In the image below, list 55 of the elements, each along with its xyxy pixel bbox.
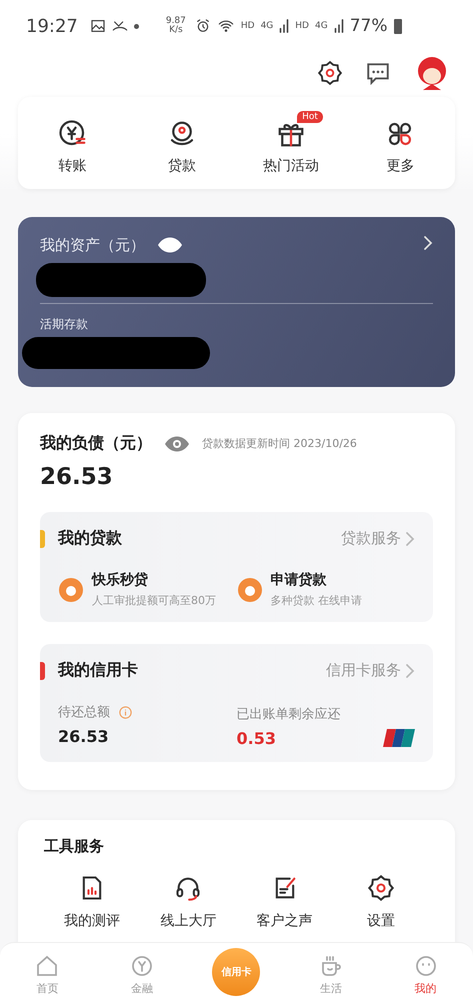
settings-icon <box>366 874 395 902</box>
network-speed: 9.87 K/s <box>164 17 187 36</box>
signal-icon <box>334 19 344 34</box>
total-label: 待还总额 <box>58 704 110 721</box>
money-bag-icon <box>236 576 262 602</box>
chevron-right-icon <box>423 235 433 251</box>
tool-item[interactable]: 我的测评 <box>44 874 140 930</box>
section-title: 我的贷款 <box>58 528 122 549</box>
network-type: 4G <box>260 22 274 31</box>
tool-item[interactable]: 客户之声 <box>236 874 333 930</box>
clock: 19:27 <box>26 16 78 37</box>
battery-icon <box>393 17 404 36</box>
eye-icon[interactable] <box>164 434 190 452</box>
eye-icon[interactable] <box>157 236 183 254</box>
home-icon <box>35 954 60 978</box>
section-title: 我的信用卡 <box>58 660 138 681</box>
dot-icon <box>134 24 139 29</box>
debt-amount: 26.53 <box>40 464 114 490</box>
chevron-right-icon <box>405 530 415 546</box>
coin-icon <box>130 954 154 978</box>
nav-tab[interactable]: 我的 <box>378 943 473 1000</box>
debt-title: 我的负债（元） <box>40 433 152 454</box>
billed-amount: 0.53 <box>236 729 277 748</box>
quick-action[interactable]: 更多 <box>346 111 455 175</box>
signal-icon <box>279 19 290 34</box>
quick-action[interactable]: 转账 <box>18 111 128 175</box>
chevron-right-icon <box>405 662 415 678</box>
update-note: 贷款数据更新时间 2023/10/26 <box>202 436 357 451</box>
quick-action[interactable]: Hot 热门活动 <box>236 111 346 175</box>
tool-item[interactable]: 线上大厅 <box>140 874 236 930</box>
billed-label: 已出账单剩余应还 <box>236 707 340 722</box>
quick-action[interactable]: 贷款 <box>127 111 236 175</box>
settings-icon[interactable] <box>317 60 343 86</box>
hd-label: HD <box>240 22 255 31</box>
image-icon <box>90 18 106 34</box>
tool-item[interactable]: 设置 <box>332 874 429 930</box>
loan-product-subtitle: 人工审批提额可高至80万 <box>92 593 216 608</box>
alarm-icon <box>194 18 211 34</box>
smiley-icon <box>414 954 438 978</box>
assets-title: 我的资产（元） <box>40 236 145 254</box>
tools-title: 工具服务 <box>44 837 104 855</box>
loan-product-title[interactable]: 快乐秒贷 <box>92 571 216 589</box>
wifi-icon <box>216 18 235 34</box>
loan-product-subtitle: 多种贷款 在线申请 <box>270 593 362 608</box>
network-type: 4G <box>314 22 328 31</box>
deposit-label: 活期存款 <box>40 316 89 333</box>
hot-badge: Hot <box>297 111 323 123</box>
assets-card[interactable]: 我的资产（元） 活期存款 <box>18 217 455 387</box>
money-bag-icon <box>58 576 84 602</box>
hd-label: HD <box>295 22 309 31</box>
card-network-icon <box>383 728 415 748</box>
loan-product-title[interactable]: 申请贷款 <box>270 571 362 589</box>
total-amount: 26.53 <box>58 727 110 746</box>
battery-level: 77% <box>350 16 388 36</box>
cup-icon <box>319 954 344 978</box>
